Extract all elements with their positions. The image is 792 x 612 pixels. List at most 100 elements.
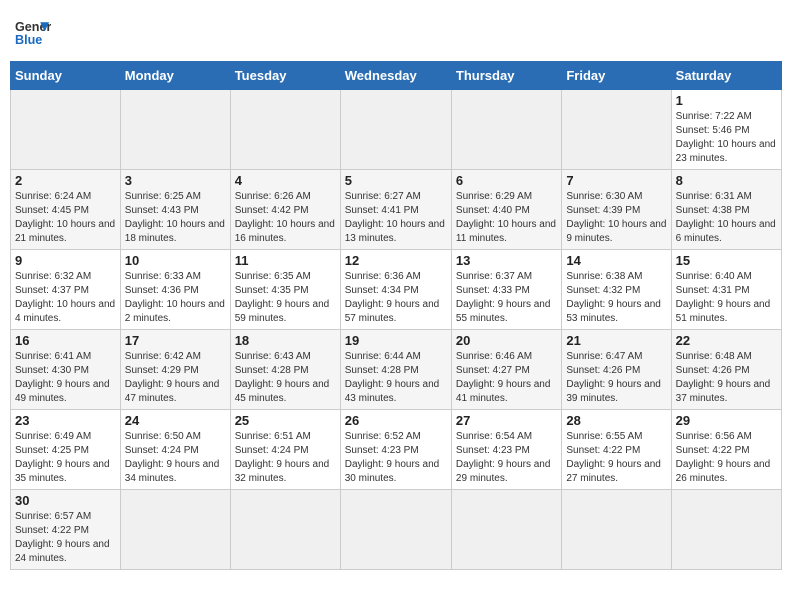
calendar-week-4: 23Sunrise: 6:49 AMSunset: 4:25 PMDayligh… (11, 410, 782, 490)
calendar-table: SundayMondayTuesdayWednesdayThursdayFrid… (10, 61, 782, 570)
weekday-header-wednesday: Wednesday (340, 62, 451, 90)
day-number: 17 (125, 333, 226, 348)
day-number: 13 (456, 253, 557, 268)
calendar-cell (340, 490, 451, 570)
calendar-cell: 12Sunrise: 6:36 AMSunset: 4:34 PMDayligh… (340, 250, 451, 330)
day-number: 8 (676, 173, 777, 188)
calendar-week-1: 2 Sunrise: 6:24 AMSunset: 4:45 PMDaylight… (11, 170, 782, 250)
logo: General Blue (15, 15, 51, 51)
day-info: Sunrise: 6:50 AMSunset: 4:24 PMDaylight:… (125, 430, 226, 486)
day-number: 29 (676, 413, 777, 428)
page-header: General Blue (10, 10, 782, 51)
weekday-header-monday: Monday (120, 62, 230, 90)
day-number: 18 (235, 333, 336, 348)
day-number: 19 (345, 333, 447, 348)
day-info: Sunrise: 6:54 AMSunset: 4:23 PMDaylight:… (456, 430, 557, 486)
weekday-header-tuesday: Tuesday (230, 62, 340, 90)
weekday-header-thursday: Thursday (451, 62, 561, 90)
calendar-cell (230, 90, 340, 170)
day-info: Sunrise: 7:22 AMSunset: 5:46 PMDaylight:… (676, 110, 777, 166)
day-number: 22 (676, 333, 777, 348)
day-number: 16 (15, 333, 116, 348)
calendar-cell: 11Sunrise: 6:35 AMSunset: 4:35 PMDayligh… (230, 250, 340, 330)
calendar-week-3: 16 Sunrise: 6:41 AMSunset: 4:30 PMDayligh… (11, 330, 782, 410)
calendar-cell: 19 Sunrise: 6:44 AMSunset: 4:28 PMDayligh… (340, 330, 451, 410)
calendar-cell: 4Sunrise: 6:26 AMSunset: 4:42 PMDaylight… (230, 170, 340, 250)
calendar-cell: 5Sunrise: 6:27 AMSunset: 4:41 PMDaylight… (340, 170, 451, 250)
day-info: Sunrise: 6:33 AMSunset: 4:36 PMDaylight:… (125, 270, 226, 326)
day-info: Sunrise: 6:30 AMSunset: 4:39 PMDaylight:… (566, 190, 666, 246)
calendar-cell: 13 Sunrise: 6:37 AMSunset: 4:33 PMDayligh… (451, 250, 561, 330)
calendar-cell (340, 90, 451, 170)
weekday-header-friday: Friday (562, 62, 671, 90)
day-number: 20 (456, 333, 557, 348)
calendar-cell (230, 490, 340, 570)
calendar-cell: 26 Sunrise: 6:52 AMSunset: 4:23 PMDayligh… (340, 410, 451, 490)
day-number: 5 (345, 173, 447, 188)
day-number: 10 (125, 253, 226, 268)
general-blue-logo-icon: General Blue (15, 15, 51, 51)
day-info: Sunrise: 6:29 AMSunset: 4:40 PMDaylight:… (456, 190, 557, 246)
calendar-week-5: 30Sunrise: 6:57 AMSunset: 4:22 PMDayligh… (11, 490, 782, 570)
day-info: Sunrise: 6:57 AMSunset: 4:22 PMDaylight:… (15, 510, 116, 566)
day-number: 28 (566, 413, 666, 428)
calendar-cell (562, 490, 671, 570)
calendar-cell: 17 Sunrise: 6:42 AMSunset: 4:29 PMDayligh… (120, 330, 230, 410)
calendar-cell (562, 90, 671, 170)
day-number: 21 (566, 333, 666, 348)
day-info: Sunrise: 6:46 AMSunset: 4:27 PMDaylight:… (456, 350, 557, 406)
day-number: 6 (456, 173, 557, 188)
weekday-header-saturday: Saturday (671, 62, 781, 90)
day-number: 27 (456, 413, 557, 428)
day-info: Sunrise: 6:56 AMSunset: 4:22 PMDaylight:… (676, 430, 777, 486)
calendar-cell: 2 Sunrise: 6:24 AMSunset: 4:45 PMDaylight… (11, 170, 121, 250)
day-info: Sunrise: 6:52 AMSunset: 4:23 PMDaylight:… (345, 430, 447, 486)
calendar-cell: 30Sunrise: 6:57 AMSunset: 4:22 PMDayligh… (11, 490, 121, 570)
calendar-cell (451, 90, 561, 170)
day-info: Sunrise: 6:44 AMSunset: 4:28 PMDaylight:… (345, 350, 447, 406)
day-number: 4 (235, 173, 336, 188)
day-info: Sunrise: 6:55 AMSunset: 4:22 PMDaylight:… (566, 430, 666, 486)
calendar-cell (11, 90, 121, 170)
calendar-cell: 7Sunrise: 6:30 AMSunset: 4:39 PMDaylight… (562, 170, 671, 250)
calendar-cell: 29 Sunrise: 6:56 AMSunset: 4:22 PMDayligh… (671, 410, 781, 490)
day-number: 23 (15, 413, 116, 428)
day-number: 15 (676, 253, 777, 268)
calendar-cell (451, 490, 561, 570)
calendar-cell: 21Sunrise: 6:47 AMSunset: 4:26 PMDayligh… (562, 330, 671, 410)
weekday-header-row: SundayMondayTuesdayWednesdayThursdayFrid… (11, 62, 782, 90)
day-info: Sunrise: 6:36 AMSunset: 4:34 PMDaylight:… (345, 270, 447, 326)
day-info: Sunrise: 6:37 AMSunset: 4:33 PMDaylight:… (456, 270, 557, 326)
day-info: Sunrise: 6:25 AMSunset: 4:43 PMDaylight:… (125, 190, 226, 246)
day-number: 24 (125, 413, 226, 428)
calendar-cell (671, 490, 781, 570)
day-info: Sunrise: 6:31 AMSunset: 4:38 PMDaylight:… (676, 190, 777, 246)
day-number: 26 (345, 413, 447, 428)
calendar-cell: 25Sunrise: 6:51 AMSunset: 4:24 PMDayligh… (230, 410, 340, 490)
calendar-cell: 18 Sunrise: 6:43 AMSunset: 4:28 PMDayligh… (230, 330, 340, 410)
day-info: Sunrise: 6:42 AMSunset: 4:29 PMDaylight:… (125, 350, 226, 406)
calendar-cell: 20 Sunrise: 6:46 AMSunset: 4:27 PMDayligh… (451, 330, 561, 410)
calendar-cell: 23Sunrise: 6:49 AMSunset: 4:25 PMDayligh… (11, 410, 121, 490)
weekday-header-sunday: Sunday (11, 62, 121, 90)
day-info: Sunrise: 6:43 AMSunset: 4:28 PMDaylight:… (235, 350, 336, 406)
day-info: Sunrise: 6:41 AMSunset: 4:30 PMDaylight:… (15, 350, 116, 406)
day-info: Sunrise: 6:51 AMSunset: 4:24 PMDaylight:… (235, 430, 336, 486)
calendar-cell: 27 Sunrise: 6:54 AMSunset: 4:23 PMDayligh… (451, 410, 561, 490)
calendar-cell: 9Sunrise: 6:32 AMSunset: 4:37 PMDaylight… (11, 250, 121, 330)
day-info: Sunrise: 6:38 AMSunset: 4:32 PMDaylight:… (566, 270, 666, 326)
calendar-cell: 1 Sunrise: 7:22 AMSunset: 5:46 PMDaylight… (671, 90, 781, 170)
calendar-cell (120, 90, 230, 170)
day-number: 2 (15, 173, 116, 188)
calendar-week-2: 9Sunrise: 6:32 AMSunset: 4:37 PMDaylight… (11, 250, 782, 330)
calendar-cell: 28 Sunrise: 6:55 AMSunset: 4:22 PMDayligh… (562, 410, 671, 490)
day-number: 3 (125, 173, 226, 188)
calendar-week-0: 1 Sunrise: 7:22 AMSunset: 5:46 PMDaylight… (11, 90, 782, 170)
calendar-cell: 3 Sunrise: 6:25 AMSunset: 4:43 PMDaylight… (120, 170, 230, 250)
day-number: 1 (676, 93, 777, 108)
calendar-cell (120, 490, 230, 570)
day-number: 9 (15, 253, 116, 268)
day-info: Sunrise: 6:24 AMSunset: 4:45 PMDaylight:… (15, 190, 116, 246)
calendar-cell: 14Sunrise: 6:38 AMSunset: 4:32 PMDayligh… (562, 250, 671, 330)
calendar-cell: 10 Sunrise: 6:33 AMSunset: 4:36 PMDayligh… (120, 250, 230, 330)
